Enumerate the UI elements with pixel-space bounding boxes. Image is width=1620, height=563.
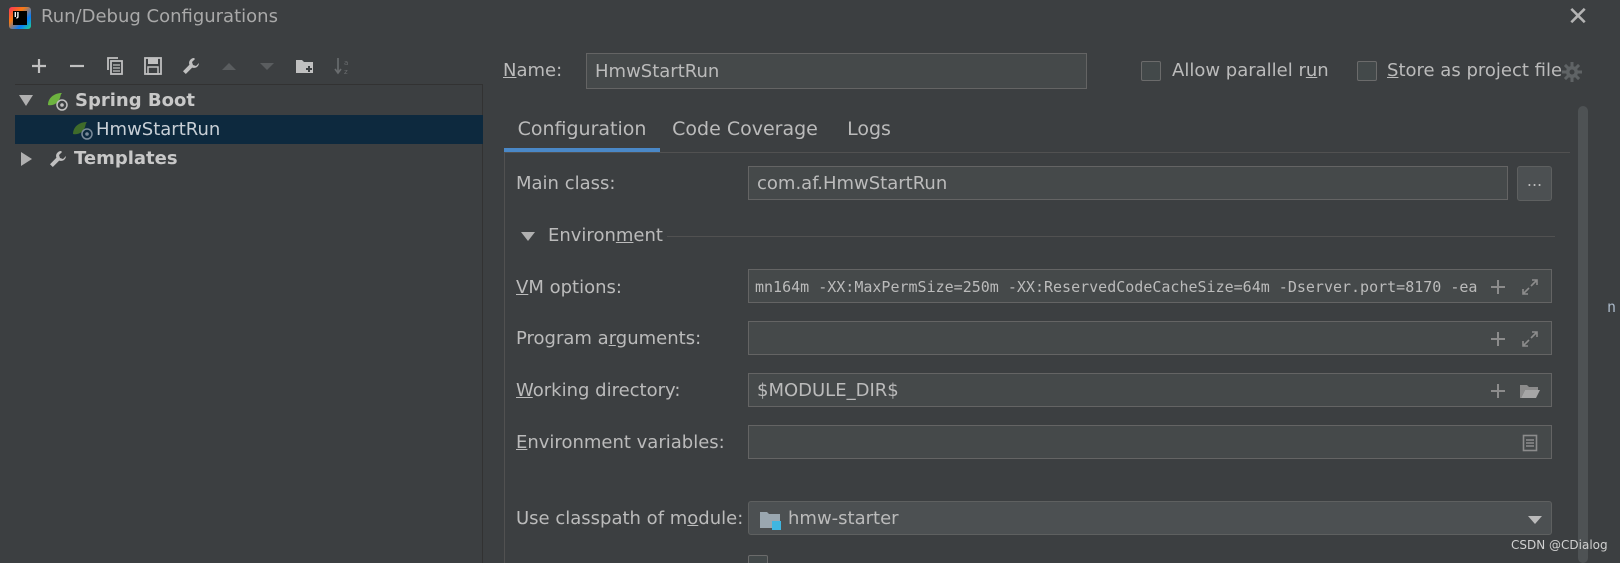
- tree-item-templates[interactable]: Templates: [15, 144, 483, 173]
- copy-icon[interactable]: [96, 52, 134, 80]
- wrench-icon[interactable]: [172, 52, 210, 80]
- add-icon[interactable]: [1487, 380, 1509, 402]
- intellij-app-icon: IJ: [9, 7, 31, 29]
- tree-item-label: Spring Boot: [75, 90, 195, 111]
- main-class-input[interactable]: com.af.HmwStartRun: [748, 166, 1508, 200]
- svg-text:z: z: [344, 68, 348, 76]
- spring-boot-icon: [48, 92, 68, 111]
- svg-text:a: a: [344, 59, 348, 67]
- add-icon[interactable]: [20, 52, 58, 80]
- name-label: Name:: [503, 60, 563, 81]
- main-class-label: Main class:: [516, 173, 616, 194]
- browse-main-class-button[interactable]: ...: [1517, 166, 1552, 201]
- tree-item-spring-boot[interactable]: Spring Boot: [15, 86, 483, 115]
- save-icon[interactable]: [134, 52, 172, 80]
- move-up-icon[interactable]: [210, 52, 248, 80]
- program-arguments-input[interactable]: [748, 321, 1552, 355]
- configuration-tree: Spring Boot HmwStartRun Templates: [15, 84, 483, 563]
- tree-item-label: Templates: [74, 148, 178, 169]
- program-arguments-label: Program arguments:: [516, 328, 702, 349]
- tab-logs[interactable]: Logs: [838, 108, 900, 152]
- tree-item-label: HmwStartRun: [96, 119, 221, 140]
- expand-icon[interactable]: [1519, 276, 1541, 298]
- title-bar: IJ Run/Debug Configurations ✕: [0, 0, 1620, 36]
- vm-options-input[interactable]: mn164m -XX:MaxPermSize=250m -XX:Reserved…: [748, 269, 1552, 303]
- allow-parallel-run-label: Allow parallel run: [1172, 60, 1329, 81]
- tab-configuration[interactable]: Configuration: [504, 108, 660, 152]
- move-down-icon[interactable]: [248, 52, 286, 80]
- add-icon[interactable]: [1487, 276, 1509, 298]
- working-directory-label: Working directory:: [516, 380, 681, 401]
- environment-section-label[interactable]: Environment: [548, 225, 663, 246]
- include-provided-checkbox[interactable]: [748, 555, 768, 563]
- chevron-down-icon[interactable]: [1528, 516, 1542, 524]
- add-icon[interactable]: [1487, 328, 1509, 350]
- environment-variables-label: Environment variables:: [516, 432, 725, 453]
- environment-collapse-icon[interactable]: [521, 232, 535, 241]
- config-toolbar: az: [20, 52, 362, 80]
- store-as-project-file-label: Store as project file: [1387, 60, 1563, 81]
- sort-icon[interactable]: az: [324, 52, 362, 80]
- watermark: CSDN @CDialog: [1511, 538, 1608, 552]
- vm-options-label: VM options:: [516, 277, 622, 298]
- expand-icon[interactable]: [1519, 328, 1541, 350]
- expand-arrow-icon[interactable]: [19, 95, 33, 106]
- expand-arrow-icon[interactable]: [21, 151, 35, 166]
- tab-code-coverage[interactable]: Code Coverage: [671, 108, 819, 152]
- environment-variables-input[interactable]: [748, 425, 1552, 459]
- window-title: Run/Debug Configurations: [41, 6, 278, 27]
- remove-icon[interactable]: [58, 52, 96, 80]
- store-as-project-file-checkbox[interactable]: [1357, 61, 1377, 81]
- vertical-scrollbar[interactable]: [1578, 106, 1588, 563]
- gear-icon[interactable]: [1561, 61, 1583, 83]
- allow-parallel-run-checkbox[interactable]: [1141, 61, 1161, 81]
- name-input[interactable]: HmwStartRun: [586, 53, 1087, 89]
- folder-icon[interactable]: [286, 52, 324, 80]
- classpath-module-select[interactable]: hmw-starter: [748, 501, 1552, 535]
- working-directory-input[interactable]: $MODULE_DIR$: [748, 373, 1552, 407]
- folder-open-icon[interactable]: [1519, 380, 1541, 402]
- background-editor-text: n: [1607, 298, 1617, 316]
- environment-separator: [667, 236, 1555, 237]
- tree-item-hmwstartrun[interactable]: HmwStartRun: [15, 115, 483, 144]
- close-icon[interactable]: ✕: [1562, 2, 1594, 34]
- spring-boot-config-icon: [73, 121, 93, 140]
- wrench-icon: [50, 150, 66, 167]
- classpath-module-label: Use classpath of module:: [516, 508, 744, 529]
- list-edit-icon[interactable]: [1519, 432, 1541, 454]
- module-folder-icon: [760, 512, 781, 530]
